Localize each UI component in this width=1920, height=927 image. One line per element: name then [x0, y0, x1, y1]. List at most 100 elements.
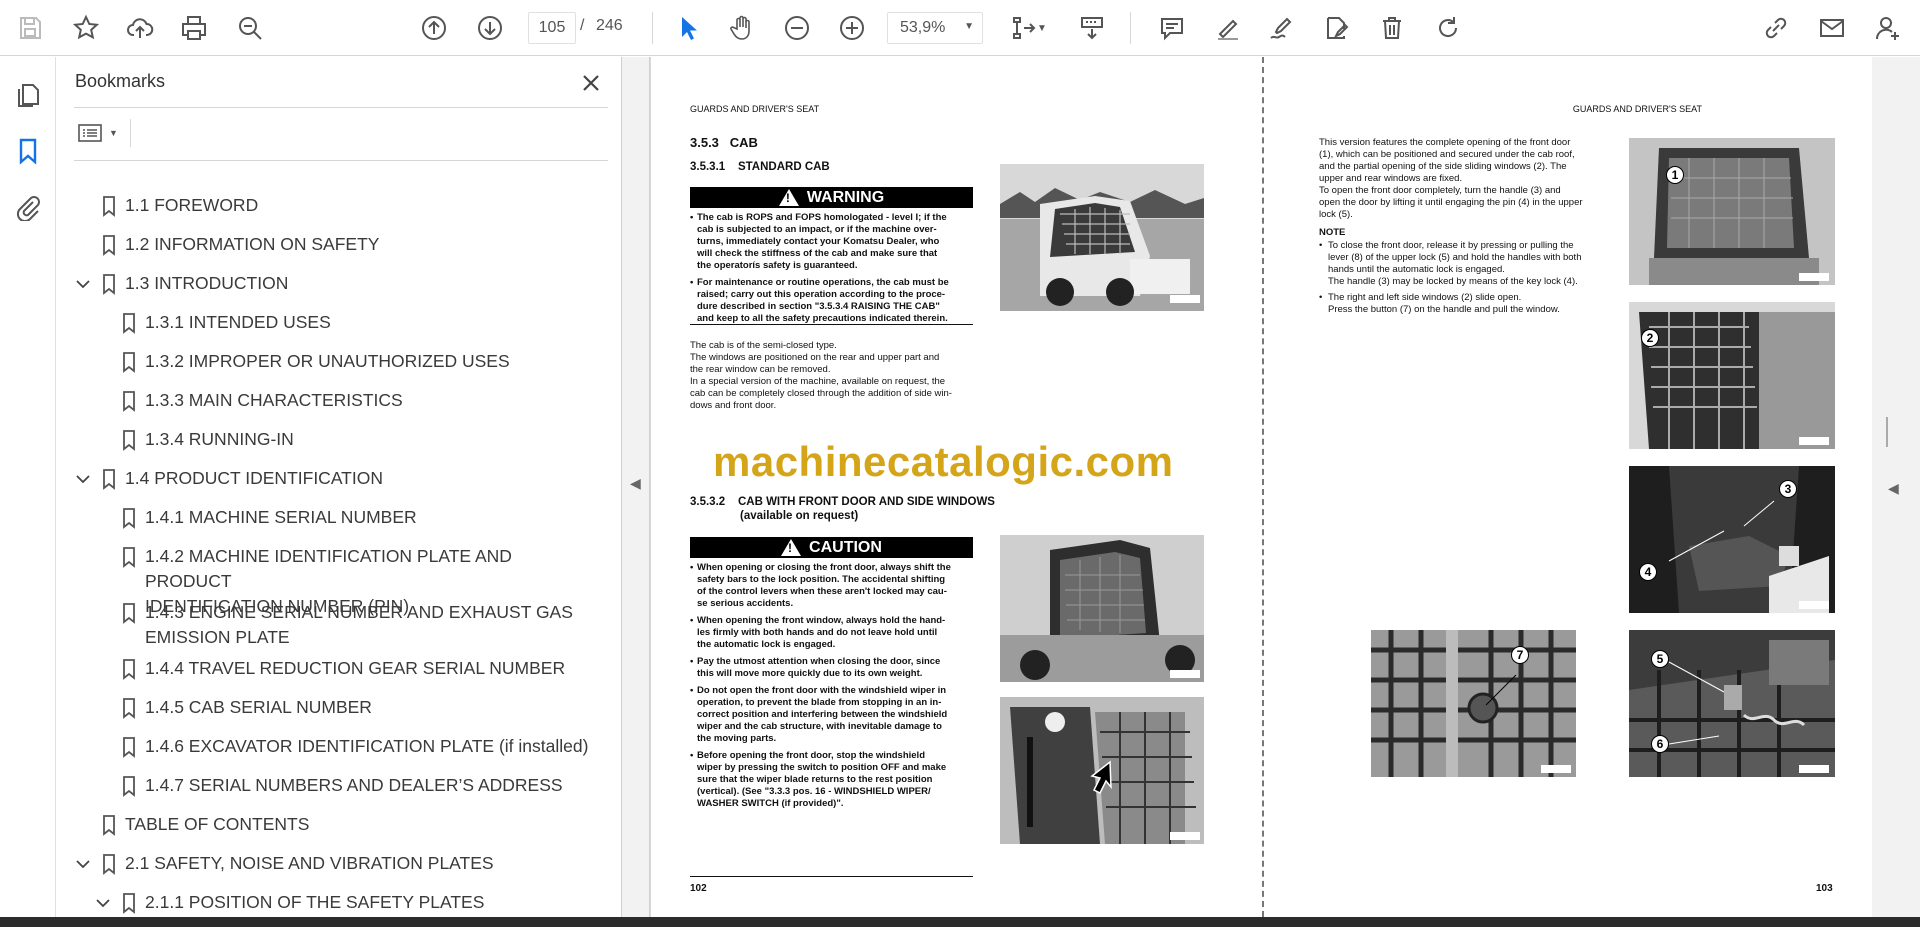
page-thumbnails-icon[interactable] [8, 75, 48, 115]
text-line: To open the front door completely, turn … [1319, 185, 1561, 196]
bookmark-flag-icon [123, 698, 135, 719]
bookmark-label-line: 1.4.4 TRAVEL REDUCTION GEAR SERIAL NUMBE… [145, 658, 566, 678]
chevron-down-icon[interactable] [74, 470, 92, 488]
main-toolbar: / 246 53,9% ▼ ▼ [0, 0, 1920, 56]
warning-label: WARNING [806, 188, 885, 206]
text-line: To close the front door, release it by p… [1328, 240, 1574, 251]
bookmark-label-line: 1.4.1 MACHINE SERIAL NUMBER [145, 507, 417, 527]
text-line: turns, immediately contact your Komatsu … [697, 236, 940, 247]
text-line: The handle (3) may be locked by means of… [1328, 276, 1578, 287]
redo-rotate-icon[interactable] [1428, 8, 1468, 48]
text-line: For maintenance or routine operations, t… [697, 277, 949, 288]
chevron-down-icon[interactable] [74, 855, 92, 873]
bookmark-options-button[interactable]: ▼ [77, 117, 125, 149]
bullet-text: Pay the utmost attention when closing th… [697, 656, 973, 680]
text-line: The cab is ROPS and FOPS homologated - l… [697, 212, 947, 223]
subsection-title-continued: (available on request) [740, 510, 859, 522]
page-separator: / [580, 17, 585, 34]
bookmark-label-line: TABLE OF CONTENTS [125, 814, 310, 834]
chevron-down-icon: ▼ [109, 128, 118, 138]
panel-divider [74, 160, 608, 161]
bookmark-flag-icon [103, 235, 115, 256]
toolbar-divider [652, 12, 653, 44]
expand-right-panel-icon[interactable]: ◀ [1888, 480, 1899, 497]
window-button-photo-callout-7: 7 [1371, 630, 1576, 777]
page-number-input[interactable] [528, 12, 576, 44]
callout-1: 1 [1666, 166, 1684, 184]
section-title: CAB [729, 135, 758, 150]
subsection-heading: 3.5.3.2 CAB WITH FRONT DOOR AND SIDE WIN… [690, 496, 995, 508]
bullet-text: To close the front door, release it by p… [1328, 240, 1608, 288]
select-cursor-icon[interactable] [668, 8, 708, 48]
text-line: (1), which can be positioned and secured… [1319, 149, 1575, 160]
bullet-dot: • [1319, 240, 1323, 251]
bookmark-flag-icon [123, 313, 135, 334]
bookmark-label-line: 1.3.3 MAIN CHARACTERISTICS [145, 390, 403, 410]
print-icon[interactable] [174, 8, 214, 48]
next-page-icon[interactable] [470, 8, 510, 48]
document-scrollbar[interactable]: ◀ [1872, 57, 1920, 917]
add-user-icon[interactable] [1868, 8, 1908, 48]
bullet-dot: • [690, 562, 694, 573]
chevron-down-icon[interactable] [94, 894, 112, 912]
close-icon[interactable] [575, 67, 607, 99]
text-line: cab can be completely closed through the… [690, 388, 952, 399]
bullet-text: Do not open the front door with the wind… [697, 685, 973, 745]
panel-divider [130, 119, 131, 147]
bookmark-label-line: 1.3.4 RUNNING-IN [145, 429, 294, 449]
bookmark-label-line: 1.4.2 MACHINE IDENTIFICATION PLATE AND P… [145, 546, 512, 591]
text-line: correct position and interfering between… [697, 709, 948, 720]
bookmark-flag-icon [123, 508, 135, 529]
zoom-out-icon[interactable] [777, 8, 817, 48]
subsection-title: STANDARD CAB [737, 161, 830, 173]
upload-cloud-icon[interactable] [120, 8, 160, 48]
text-line: hands until the automatic lock is engage… [1328, 264, 1505, 275]
zoom-search-icon[interactable] [230, 8, 270, 48]
panel-splitter[interactable]: ◀ [622, 57, 650, 917]
right-body-text: This version features the complete openi… [1319, 137, 1605, 221]
bookmark-flag-icon [103, 469, 115, 490]
warning-banner: WARNING [690, 187, 973, 208]
watermark-text: machinecatalogic.com [713, 438, 1174, 485]
text-line: upper and rear windows are fixed. [1319, 173, 1463, 184]
bookmark-label: 1.4.7 SERIAL NUMBERS AND DEALER’S ADDRES… [145, 773, 563, 798]
page-fit-dropdown-icon[interactable]: ▼ [1032, 8, 1052, 48]
comment-icon[interactable] [1152, 8, 1192, 48]
email-icon[interactable] [1812, 8, 1852, 48]
text-line: dows and front door. [690, 400, 777, 411]
bullet-dot: • [690, 212, 694, 223]
collapse-panel-icon[interactable]: ◀ [630, 475, 641, 492]
star-icon[interactable] [66, 8, 106, 48]
hand-tool-icon[interactable] [722, 8, 762, 48]
zoom-in-icon[interactable] [832, 8, 872, 48]
bookmark-label-line: 1.4 PRODUCT IDENTIFICATION [125, 468, 383, 488]
bullet-dot: • [690, 656, 694, 667]
chevron-down-icon[interactable] [74, 275, 92, 293]
left-page-header: GUARDS AND DRIVER'S SEAT [690, 104, 820, 114]
scroll-mode-icon[interactable] [1072, 8, 1112, 48]
bookmark-icon[interactable] [8, 131, 48, 171]
attachment-icon[interactable] [8, 187, 48, 227]
text-line: sure that the wiper blade returns to the… [697, 774, 933, 785]
edit-text-icon[interactable] [1316, 8, 1356, 48]
callout-3: 3 [1779, 480, 1797, 498]
bookmark-label-line: 2.1 SAFETY, NOISE AND VIBRATION PLATES [125, 853, 494, 873]
scroll-thumb[interactable] [1886, 417, 1888, 447]
right-page-header: GUARDS AND DRIVER'S SEAT [1572, 104, 1702, 114]
save-icon[interactable] [10, 8, 50, 48]
draw-signature-icon[interactable] [1262, 8, 1302, 48]
bookmark-label: 2.1 SAFETY, NOISE AND VIBRATION PLATES [125, 851, 494, 876]
taskbar-strip [0, 917, 1920, 927]
upper-lock-photo-callout-5-6: 5 6 [1629, 630, 1835, 777]
page-total: 246 [596, 17, 623, 34]
toolbar-divider [1130, 12, 1131, 44]
previous-page-icon[interactable] [414, 8, 454, 48]
highlight-pen-icon[interactable] [1208, 8, 1248, 48]
subsection-number: 3.5.3.2 [690, 496, 726, 508]
warning-triangle-icon [778, 189, 799, 206]
bookmark-label-line: 1.4.6 EXCAVATOR IDENTIFICATION PLATE (if… [145, 736, 589, 756]
share-link-icon[interactable] [1756, 8, 1796, 48]
zoom-level-select[interactable]: 53,9% ▼ [887, 12, 983, 44]
bookmark-label: 1.2 INFORMATION ON SAFETY [125, 232, 379, 257]
trash-icon[interactable] [1372, 8, 1412, 48]
